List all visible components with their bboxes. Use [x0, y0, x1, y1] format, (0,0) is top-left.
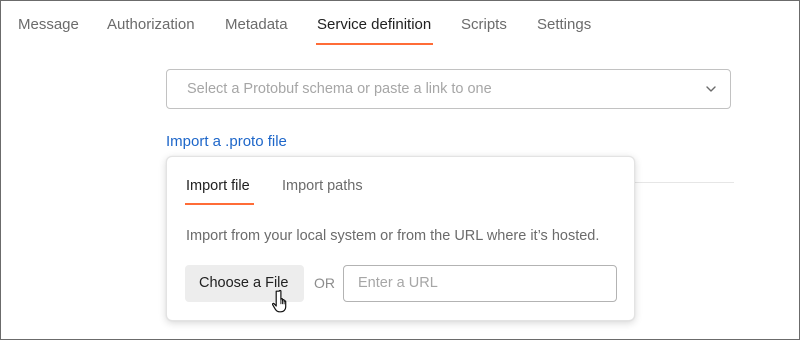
schema-select-placeholder: Select a Protobuf schema or paste a link…: [187, 81, 492, 97]
import-proto-file-link[interactable]: Import a .proto file: [166, 133, 287, 150]
divider: [635, 182, 734, 183]
active-tab-indicator: [316, 43, 433, 45]
tab-service-definition[interactable]: Service definition: [317, 16, 431, 34]
url-field[interactable]: [343, 265, 617, 302]
tab-import-paths[interactable]: Import paths: [282, 178, 363, 194]
protobuf-schema-select[interactable]: Select a Protobuf schema or paste a link…: [166, 69, 731, 109]
or-separator: OR: [314, 275, 335, 291]
active-popover-tab-indicator: [185, 203, 254, 205]
tab-message[interactable]: Message: [18, 16, 79, 34]
import-proto-popover: Import file Import paths Import from you…: [166, 156, 635, 321]
tab-authorization[interactable]: Authorization: [107, 16, 195, 34]
url-input[interactable]: [358, 275, 598, 291]
import-description: Import from your local system or from th…: [186, 228, 600, 244]
tab-settings[interactable]: Settings: [537, 16, 591, 34]
request-tabs: Message Authorization Metadata Service d…: [0, 0, 798, 46]
tab-metadata[interactable]: Metadata: [225, 16, 288, 34]
tab-import-file[interactable]: Import file: [186, 178, 250, 194]
hand-pointer-icon: [272, 289, 287, 313]
chevron-down-icon[interactable]: [704, 82, 718, 96]
tab-scripts[interactable]: Scripts: [461, 16, 507, 34]
